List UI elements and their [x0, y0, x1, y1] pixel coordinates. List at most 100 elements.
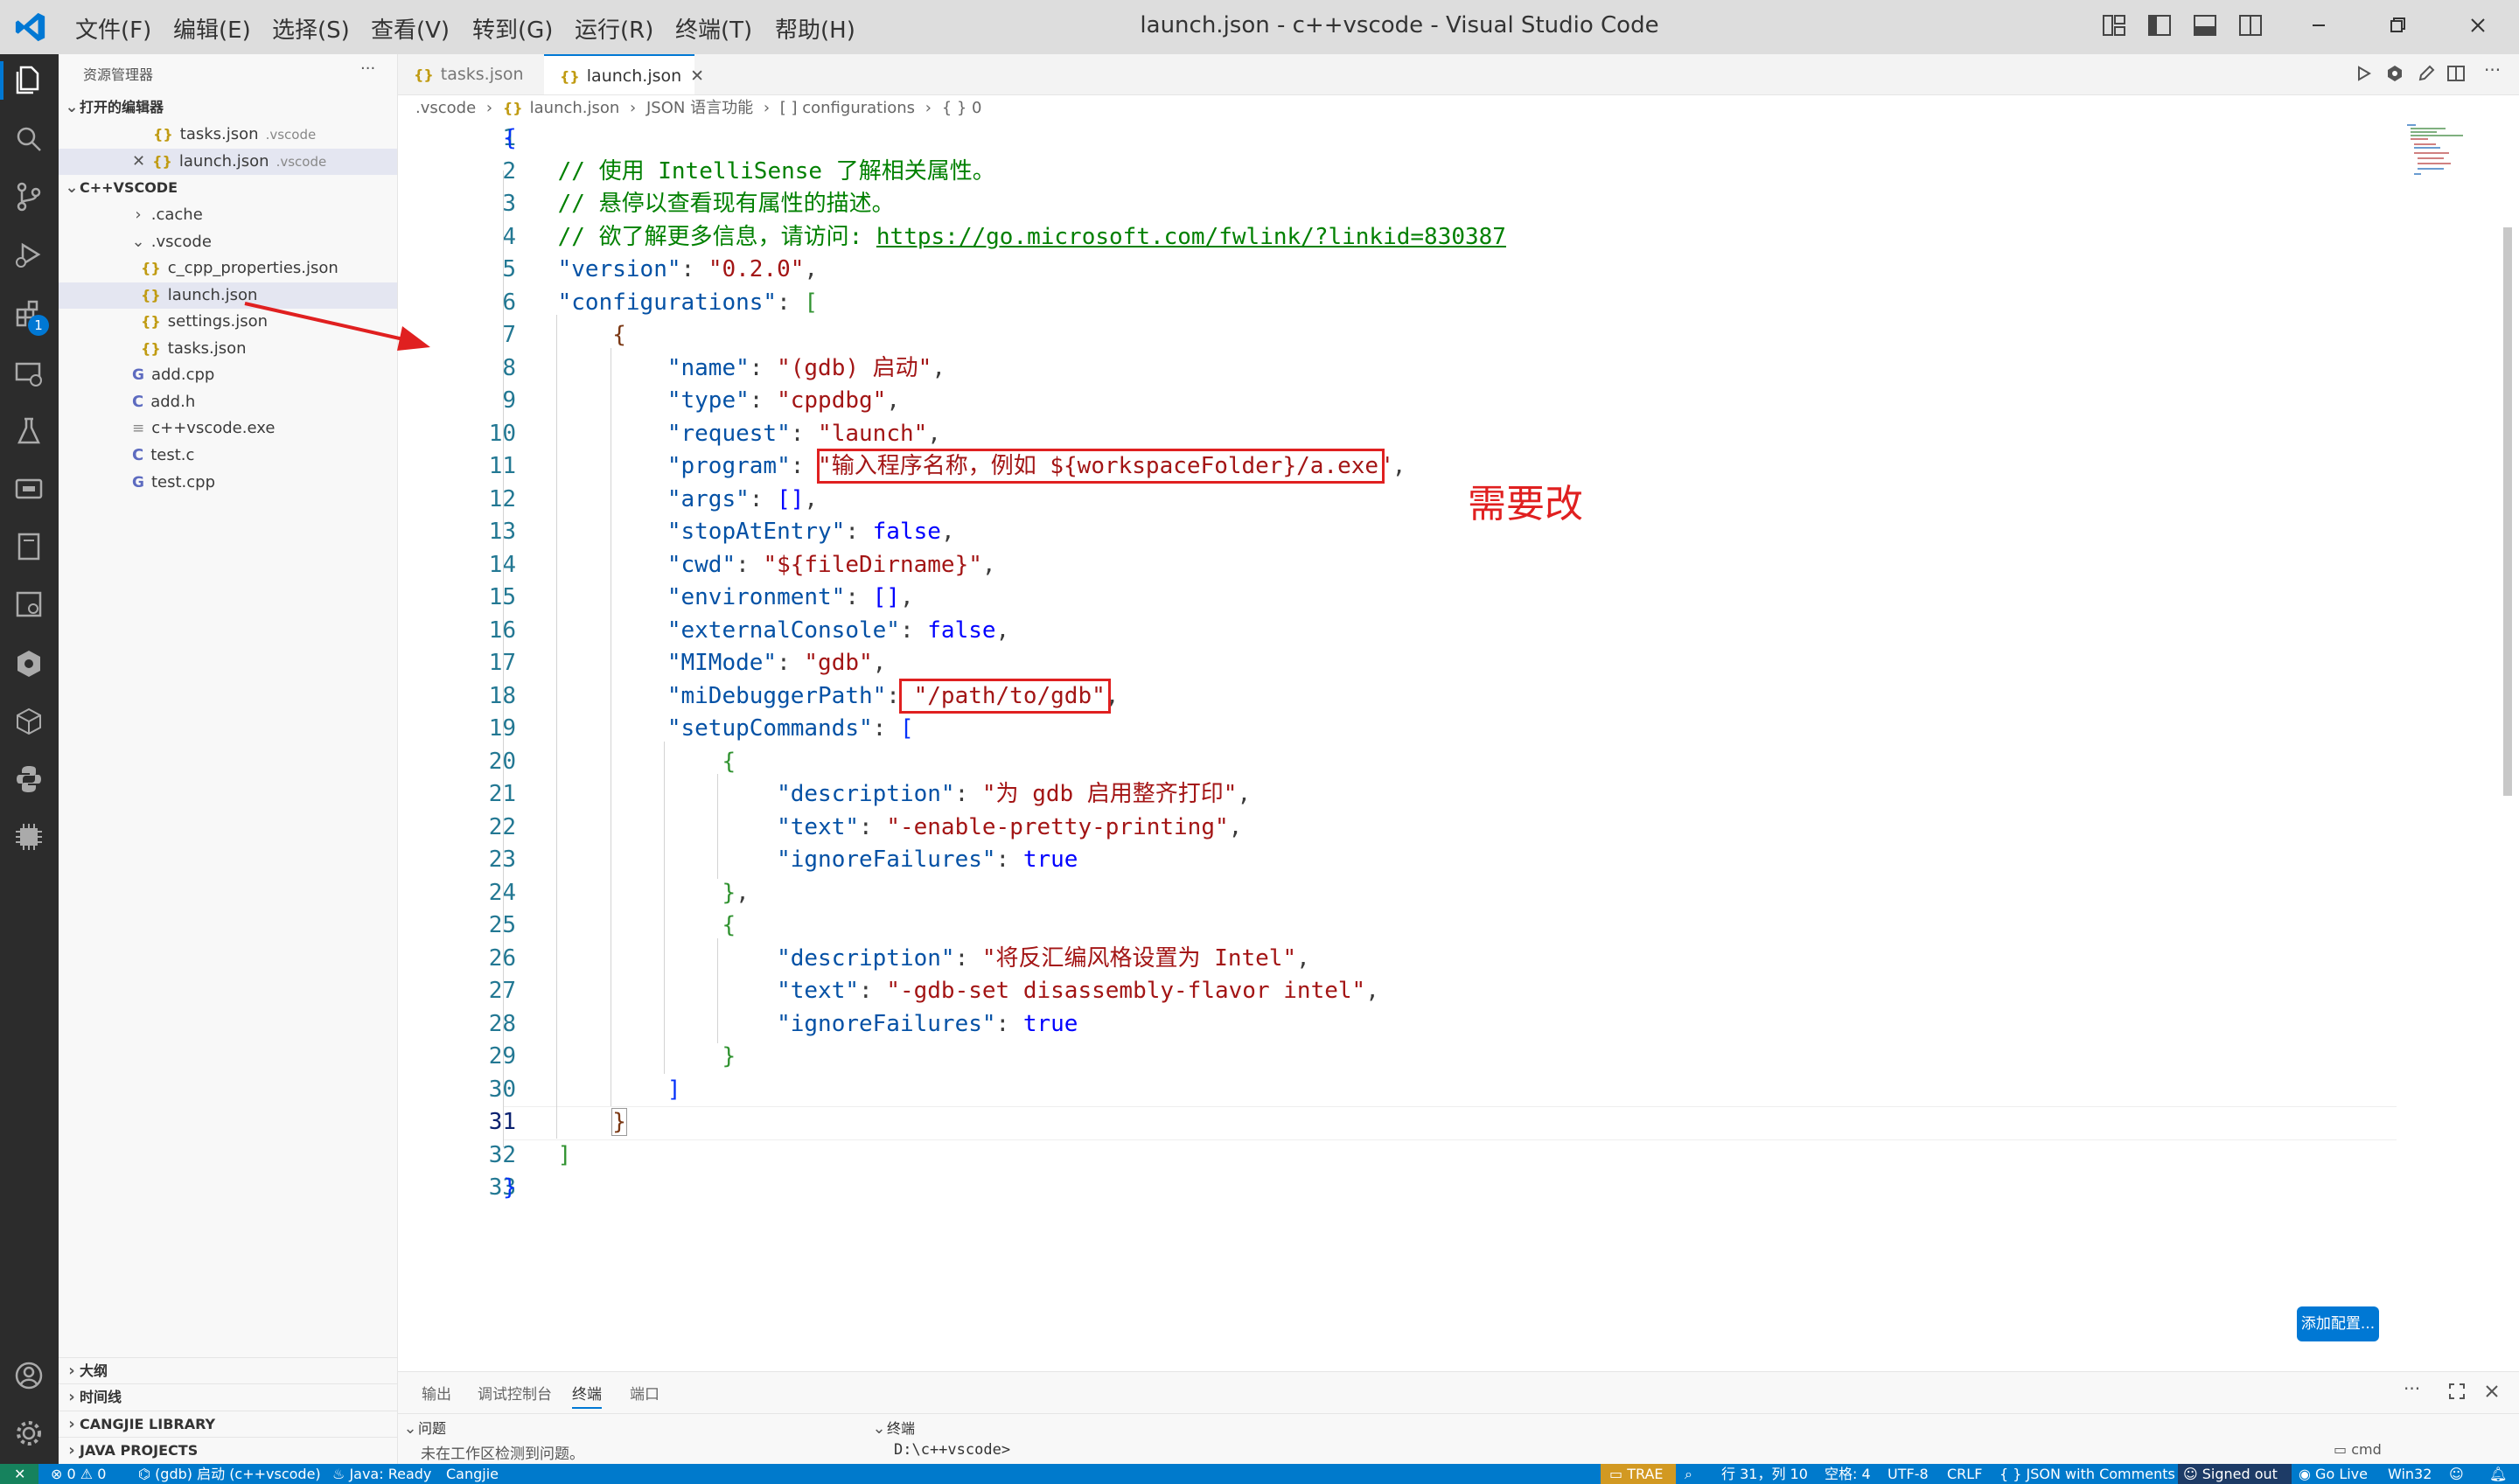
workspace-header[interactable]: ⌄C++VSCODE [59, 175, 397, 201]
cangjie-status[interactable]: Cangjie [446, 1466, 499, 1483]
tab-tasks-json[interactable]: {} tasks.json [398, 54, 542, 94]
trae-status[interactable]: ▭ TRAE [1609, 1466, 1664, 1483]
tree-file-add-cpp[interactable]: Gadd.cpp [59, 362, 397, 388]
breadcrumb-configurations[interactable]: [ ] configurations [780, 99, 915, 117]
tree-file-add-h[interactable]: Cadd.h [59, 389, 397, 415]
breadcrumb: .vscode › {} launch.json › JSON 语言功能 › [ … [415, 99, 982, 117]
tree-file-exe[interactable]: ≡ c++vscode.exe [59, 415, 397, 442]
java-projects-section[interactable]: › JAVA PROJECTS [59, 1437, 397, 1464]
cursor-position[interactable]: 行 31，列 10 [1721, 1466, 1808, 1483]
package-icon[interactable] [12, 705, 45, 738]
cmake-icon[interactable] [12, 588, 45, 621]
split-editor-icon[interactable] [2446, 63, 2467, 84]
problems-status[interactable]: ⊗ 0 ⚠ 0 [51, 1466, 106, 1483]
tree-folder-vscode[interactable]: ⌄ .vscode [59, 229, 397, 255]
timeline-section[interactable]: › 时间线 [59, 1383, 397, 1411]
open-editors-header[interactable]: ⌄打开的编辑器 [59, 94, 397, 121]
outline-section[interactable]: › 大纲 [59, 1357, 397, 1384]
notebook-icon[interactable] [12, 530, 45, 563]
menu-view[interactable]: 查看(V) [371, 12, 450, 45]
bottom-panel [398, 1371, 2519, 1465]
explorer-icon[interactable] [12, 63, 45, 96]
testing-icon[interactable] [12, 415, 45, 448]
signed-out-status[interactable]: ☺ Signed out [2183, 1466, 2278, 1483]
toggle-panel-icon[interactable] [2192, 12, 2218, 38]
close-editor-icon[interactable]: ✕ [132, 152, 145, 171]
menu-terminal[interactable]: 终端(T) [675, 12, 752, 45]
panel-tab-debug-console[interactable]: 调试控制台 [478, 1382, 552, 1404]
edit-icon[interactable] [2416, 63, 2437, 84]
close-tab-icon[interactable]: ✕ [690, 66, 704, 86]
run-icon[interactable] [2353, 63, 2374, 84]
run-debug-icon[interactable] [12, 238, 45, 271]
menu-file[interactable]: 文件(F) [75, 12, 151, 45]
indentation-status[interactable]: 空格: 4 [1825, 1466, 1871, 1483]
search-icon[interactable] [12, 122, 45, 156]
accounts-icon[interactable] [12, 1359, 45, 1392]
maximize-panel-icon[interactable] [2447, 1382, 2467, 1401]
restore-icon[interactable] [2384, 12, 2411, 38]
eol-status[interactable]: CRLF [1947, 1466, 1982, 1483]
tree-folder-cache[interactable]: › .cache [59, 202, 397, 228]
problems-section-header[interactable]: ⌄问题 [402, 1417, 446, 1438]
line-number: 14 [488, 551, 516, 578]
add-configuration-button[interactable]: 添加配置... [2297, 1306, 2379, 1341]
tree-file-test-cpp[interactable]: Gtest.cpp [59, 470, 397, 496]
line-number: 13 [488, 519, 516, 545]
chip-icon[interactable] [12, 820, 45, 853]
menu-edit[interactable]: 编辑(E) [173, 12, 251, 45]
panel-more-button[interactable]: ··· [2404, 1378, 2420, 1399]
breadcrumb-schema[interactable]: JSON 语言功能 [646, 99, 753, 117]
open-editor-launch[interactable]: ✕{} launch.json .vscode [59, 149, 397, 175]
language-mode[interactable]: { } JSON with Comments [1999, 1466, 2175, 1483]
minimize-icon[interactable] [2306, 12, 2332, 38]
cangjie-icon[interactable] [12, 647, 45, 680]
debug-config-icon[interactable] [2384, 63, 2405, 84]
debug-launch-status[interactable]: ⌬ (gdb) 启动 (c++vscode) [138, 1466, 321, 1483]
close-window-icon[interactable] [2465, 12, 2491, 38]
menu-run[interactable]: 运行(R) [575, 12, 653, 45]
menu-help[interactable]: 帮助(H) [775, 12, 855, 45]
breadcrumb-file[interactable]: launch.json [530, 99, 620, 117]
toggle-primary-sidebar-icon[interactable] [2146, 12, 2173, 38]
panel-tab-output[interactable]: 输出 [422, 1382, 451, 1404]
cangjie-library-section[interactable]: › CANGJIE LIBRARY [59, 1411, 397, 1438]
zoom-icon[interactable]: ⌕ [1685, 1466, 1692, 1483]
open-editor-tasks[interactable]: {} tasks.json .vscode [59, 122, 397, 148]
platform-status[interactable]: Win32 [2388, 1466, 2432, 1483]
minimap[interactable] [2405, 122, 2467, 184]
line-number: 15 [488, 584, 516, 610]
breadcrumb-item[interactable]: { } 0 [942, 99, 982, 117]
sidebar-more-button[interactable]: ··· [360, 59, 375, 78]
close-panel-icon[interactable] [2482, 1382, 2502, 1401]
source-control-icon[interactable] [12, 180, 45, 213]
docs-link[interactable]: https://go.microsoft.com/fwlink/?linkid=… [876, 224, 1506, 250]
ports-icon[interactable] [12, 472, 45, 505]
tree-file-test-c[interactable]: Ctest.c [59, 442, 397, 469]
customize-layout-icon[interactable] [2101, 12, 2127, 38]
notifications-bell-icon[interactable]: 🔔︎ [2489, 1466, 2507, 1483]
code-line-31: } [611, 1108, 627, 1136]
terminal-instance-cmd[interactable]: ▭ cmd [2334, 1441, 2382, 1458]
java-status[interactable]: ♨ Java: Ready [332, 1466, 431, 1483]
menu-selection[interactable]: 选择(S) [272, 12, 350, 45]
tree-file-c-cpp-properties[interactable]: {} c_cpp_properties.json [59, 255, 397, 282]
breadcrumb-folder[interactable]: .vscode [415, 99, 476, 117]
panel-tab-terminal[interactable]: 终端 [572, 1382, 602, 1409]
code-line-24: }, [722, 880, 750, 906]
remote-explorer-icon[interactable] [12, 357, 45, 390]
python-icon[interactable] [12, 763, 45, 796]
encoding-status[interactable]: UTF-8 [1888, 1466, 1929, 1483]
copilot-icon[interactable]: ☺ [2449, 1466, 2464, 1483]
panel-tab-ports[interactable]: 端口 [630, 1382, 659, 1404]
editor-scrollbar[interactable] [2503, 227, 2512, 796]
menu-go[interactable]: 转到(G) [472, 12, 553, 45]
editor-more-button[interactable]: ··· [2484, 59, 2501, 80]
go-live-status[interactable]: ◉ Go Live [2299, 1466, 2368, 1483]
toggle-secondary-sidebar-icon[interactable] [2237, 12, 2264, 38]
tab-launch-json[interactable]: {} launch.json ✕ [544, 54, 704, 94]
terminal-prompt[interactable]: D:\c++vscode> [894, 1441, 1010, 1459]
terminal-section-header[interactable]: ⌄终端 [871, 1417, 915, 1438]
panel-divider [398, 1413, 2519, 1414]
manage-gear-icon[interactable] [12, 1417, 45, 1450]
